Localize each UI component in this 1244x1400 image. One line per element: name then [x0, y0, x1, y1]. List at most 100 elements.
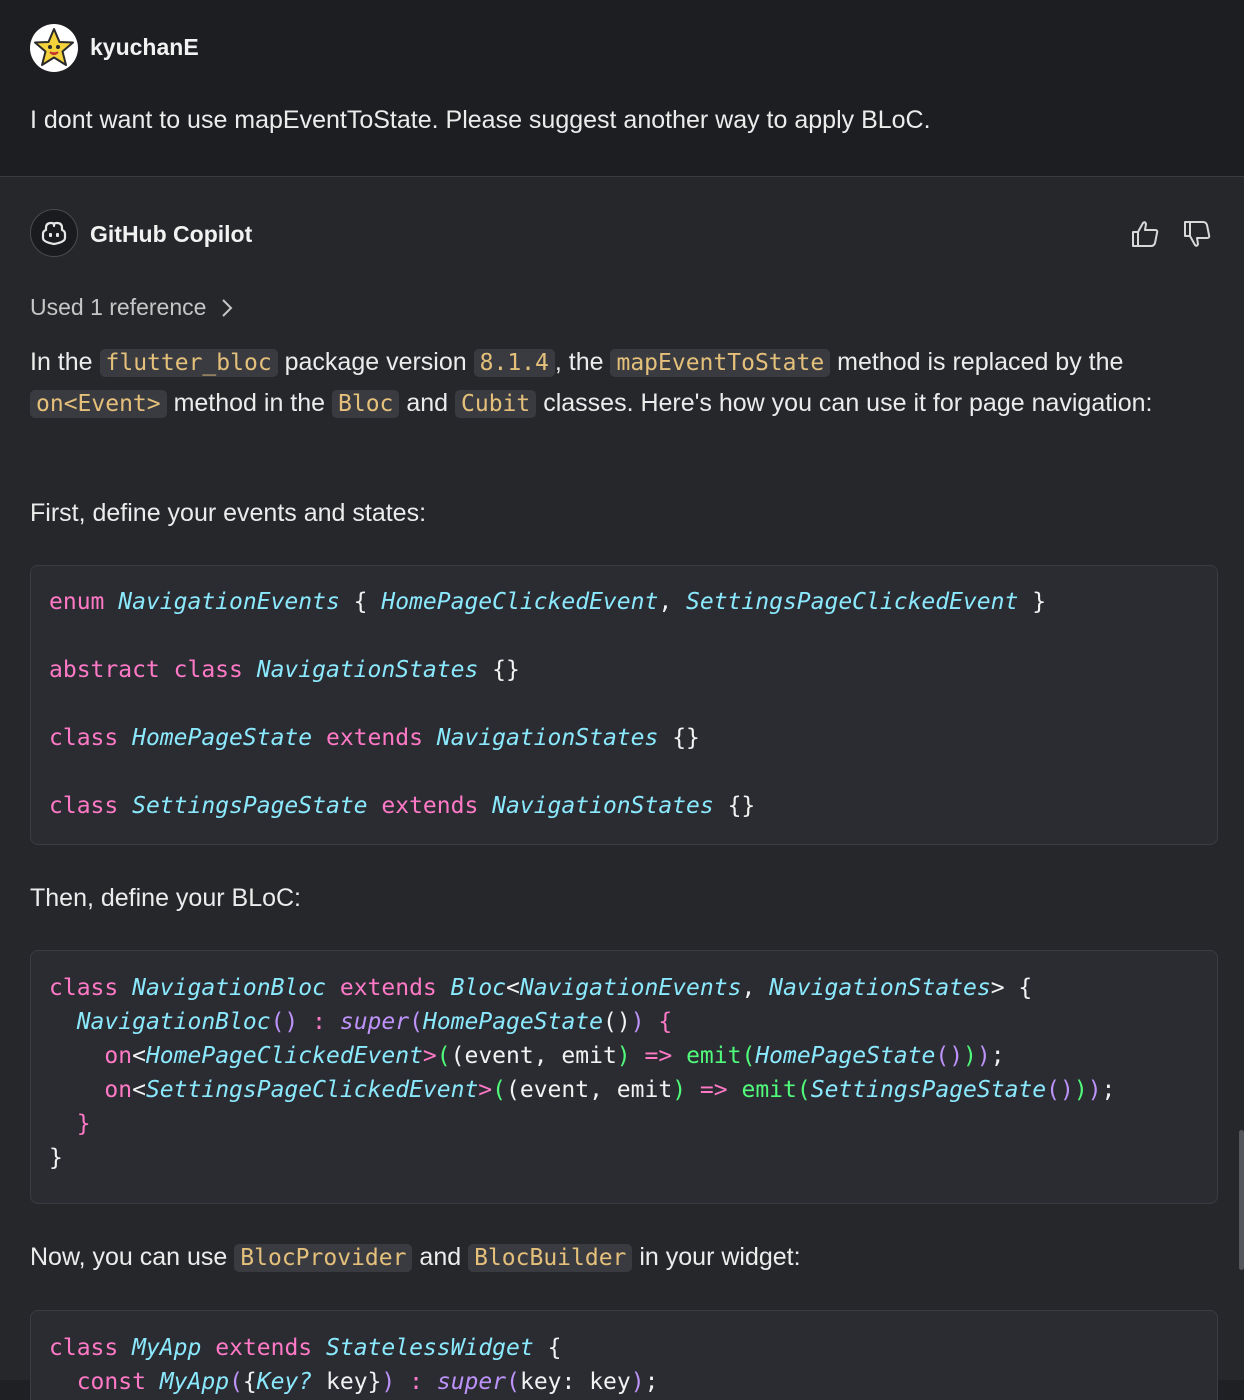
- code-line: class NavigationBloc extends Bloc<Naviga…: [49, 975, 1033, 1001]
- code-token: emit(: [741, 1077, 811, 1103]
- code-block-events-states[interactable]: enum NavigationEvents { HomePageClickedE…: [30, 565, 1218, 845]
- code-token: {: [658, 1009, 673, 1035]
- code-token: ): [616, 1043, 631, 1069]
- code-token: (): [1046, 1077, 1074, 1103]
- code-line: on<SettingsPageClickedEvent>((event, emi…: [104, 1077, 1116, 1103]
- user-message-block: kyuchanE I dont want to use mapEventToSt…: [0, 0, 1244, 177]
- code-token: SettingsPageClickedEvent: [145, 1077, 479, 1103]
- code-token: NavigationBloc: [76, 1009, 271, 1035]
- user-name[interactable]: kyuchanE: [90, 34, 199, 61]
- text: Now, you can use: [30, 1243, 235, 1271]
- code-token: HomePageClickedEvent: [145, 1043, 423, 1069]
- code-token: extends: [381, 793, 479, 819]
- code-token: ): [1087, 1077, 1102, 1103]
- code-line: }: [49, 1145, 63, 1171]
- code-token: HomePageState: [132, 725, 313, 751]
- text: package version: [277, 348, 474, 376]
- code-block-widget[interactable]: class MyApp extends StatelessWidget { co…: [30, 1310, 1218, 1400]
- code-token: SettingsPageState: [132, 793, 368, 819]
- step1-text: First, define your events and states:: [30, 499, 427, 527]
- code-token: SettingsPageClickedEvent: [686, 589, 1019, 615]
- code-token: const: [76, 1369, 146, 1395]
- inline-code: Bloc: [332, 390, 400, 418]
- code-token: on: [104, 1077, 133, 1103]
- code-token: ): [630, 1369, 645, 1395]
- intro-paragraph: In the flutter_bloc package version 8.1.…: [30, 342, 1220, 424]
- chevron-right-icon: [222, 298, 233, 317]
- copilot-avatar: [30, 209, 78, 257]
- code-token: (: [409, 1009, 423, 1035]
- code-line: class HomePageState extends NavigationSt…: [49, 725, 700, 751]
- code-token: >: [478, 1077, 493, 1103]
- code-token: ): [630, 1009, 645, 1035]
- code-token: (): [270, 1009, 299, 1035]
- code-token: NavigationStates: [436, 725, 659, 751]
- code-block-bloc[interactable]: class NavigationBloc extends Bloc<Naviga…: [30, 950, 1218, 1204]
- inline-code: BlocProvider: [234, 1244, 413, 1272]
- code-line: NavigationBloc() : super(HomePageState()…: [76, 1009, 673, 1035]
- step2-text: Then, define your BLoC:: [30, 884, 301, 912]
- code-token: extends: [339, 975, 437, 1001]
- text: , the: [554, 348, 611, 376]
- code-token: }: [76, 1111, 91, 1137]
- code-token: class: [49, 975, 119, 1001]
- text: in your widget:: [632, 1243, 801, 1271]
- code-token: NavigationEvents: [519, 975, 742, 1001]
- code-token: on: [104, 1043, 133, 1069]
- copilot-name: GitHub Copilot: [90, 221, 253, 247]
- code-token: SettingsPageState: [810, 1077, 1047, 1103]
- code-line: const MyApp({Key? key}) : super(key: key…: [76, 1369, 659, 1395]
- code-token: StatelessWidget: [326, 1335, 534, 1361]
- code-token: NavigationBloc: [132, 975, 326, 1001]
- code-token: class: [49, 1335, 119, 1361]
- references-label: Used 1 reference: [30, 294, 207, 320]
- code-token: HomePageState: [422, 1009, 603, 1035]
- code-token: (: [436, 1043, 451, 1069]
- code-line: class SettingsPageState extends Navigati…: [49, 793, 756, 819]
- code-line: class MyApp extends StatelessWidget {: [49, 1335, 562, 1361]
- code-token: abstract class: [49, 657, 243, 683]
- code-line: enum NavigationEvents { HomePageClickedE…: [49, 589, 1047, 615]
- code-token: MyApp: [132, 1335, 202, 1361]
- code-token: NavigationEvents: [118, 589, 340, 615]
- scrollbar[interactable]: [1239, 1130, 1244, 1270]
- code-token: extends: [215, 1335, 313, 1361]
- used-references-toggle[interactable]: Used 1 reference: [30, 294, 234, 321]
- inline-code: 8.1.4: [473, 349, 555, 377]
- code-token: ): [963, 1043, 977, 1069]
- code-token: ): [976, 1043, 991, 1069]
- code-token: Bloc: [450, 975, 507, 1001]
- code-token: MyApp: [159, 1369, 230, 1395]
- code-token: (: [492, 1077, 507, 1103]
- code-token: ): [672, 1077, 687, 1103]
- code-token: Key?: [256, 1369, 313, 1395]
- code-token: :: [409, 1369, 423, 1395]
- code-token: super: [436, 1369, 507, 1395]
- code-token: :: [312, 1009, 326, 1035]
- code-token: enum: [49, 589, 105, 615]
- code-token: NavigationStates: [769, 975, 991, 1001]
- user-message-text: I dont want to use mapEventToState. Plea…: [30, 106, 931, 134]
- code-token: emit(: [686, 1043, 756, 1069]
- code-token: ): [381, 1369, 396, 1395]
- copilot-icon: [41, 221, 67, 246]
- code-token: super: [339, 1009, 410, 1035]
- star-avatar-icon: [34, 28, 74, 66]
- code-token: >: [422, 1043, 437, 1069]
- thumbs-down-icon[interactable]: [1180, 217, 1214, 251]
- code-token: =>: [644, 1043, 673, 1069]
- code-line: on<HomePageClickedEvent>((event, emit) =…: [104, 1043, 1005, 1069]
- code-token: ): [1073, 1077, 1088, 1103]
- user-avatar[interactable]: [30, 24, 78, 72]
- code-token: class: [49, 725, 119, 751]
- code-token: =>: [699, 1077, 728, 1103]
- inline-code: Cubit: [455, 390, 537, 418]
- inline-code: on<Event>: [30, 390, 167, 418]
- code-token: HomePageState: [755, 1043, 936, 1069]
- thumbs-up-icon[interactable]: [1128, 217, 1162, 251]
- text: method in the: [166, 389, 333, 417]
- code-token: extends: [325, 725, 423, 751]
